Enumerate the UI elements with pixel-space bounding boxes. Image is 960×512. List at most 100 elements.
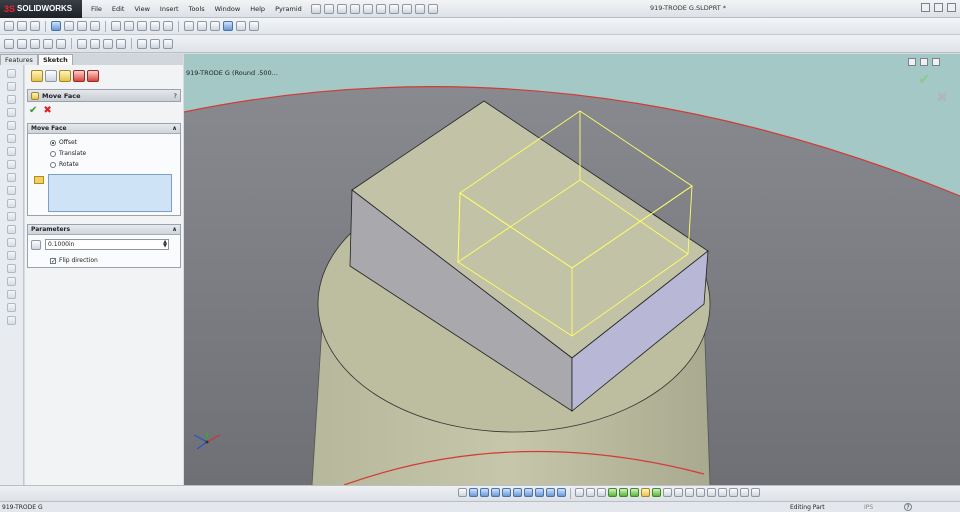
curves-icon[interactable] (7, 251, 16, 260)
open-icon[interactable] (336, 3, 347, 14)
collapse-chevron-icon[interactable]: ∧ (172, 125, 177, 132)
rib-icon[interactable] (7, 173, 16, 182)
top-view-icon[interactable] (524, 488, 533, 497)
radio-button[interactable] (50, 150, 56, 157)
wireframe-icon[interactable] (184, 21, 194, 31)
reference-geometry-icon[interactable] (7, 238, 16, 247)
delete-face-icon[interactable] (7, 316, 16, 325)
tab-features[interactable]: Features (0, 54, 38, 65)
radio-button[interactable] (50, 161, 56, 168)
help-icon[interactable]: ? (174, 92, 177, 100)
configuration-manager-icon[interactable] (59, 70, 71, 82)
select-icon[interactable] (401, 3, 412, 14)
shaded-edges-icon[interactable] (210, 21, 220, 31)
hole-icon[interactable] (7, 199, 16, 208)
viewport-close-icon[interactable] (932, 58, 940, 66)
collapse-chevron-icon[interactable]: ∧ (172, 226, 177, 233)
menu-window[interactable]: Window (210, 5, 246, 13)
sketch-spline-icon[interactable] (56, 38, 66, 49)
combine-icon[interactable] (7, 290, 16, 299)
restore-icon[interactable] (934, 3, 943, 12)
left-view-icon[interactable] (502, 488, 511, 497)
display-relations-icon[interactable] (150, 38, 160, 49)
zoom-in-out-icon[interactable] (137, 21, 147, 31)
radio-rotate[interactable]: Rotate (28, 159, 180, 170)
pattern-icon[interactable] (7, 225, 16, 234)
move-copy-icon[interactable] (7, 303, 16, 312)
fix-icon[interactable] (597, 488, 606, 497)
undo-icon[interactable] (375, 3, 386, 14)
isometric-view-icon[interactable] (546, 488, 555, 497)
status-help-icon[interactable]: ? (904, 503, 912, 511)
tangent-icon[interactable] (641, 488, 650, 497)
extrude-icon[interactable] (7, 69, 16, 78)
radio-button[interactable] (50, 139, 56, 146)
move-face-group-header[interactable]: Move Face ∧ (28, 124, 180, 134)
sketch-block-icon[interactable] (751, 488, 760, 497)
parallel-icon[interactable] (619, 488, 628, 497)
fillet-icon[interactable] (7, 134, 16, 143)
instant3d-icon[interactable] (7, 264, 16, 273)
draft-icon[interactable] (7, 186, 16, 195)
parameters-group-header[interactable]: Parameters ∧ (28, 225, 180, 235)
right-view-icon[interactable] (513, 488, 522, 497)
revolve-icon[interactable] (7, 82, 16, 91)
menu-help[interactable]: Help (245, 5, 270, 13)
sketch-arc-icon[interactable] (17, 38, 27, 49)
box-view-icon[interactable] (469, 488, 478, 497)
distance-input[interactable]: 0.1000in ▲ ▼ (45, 239, 169, 250)
radio-offset[interactable]: Offset (28, 137, 180, 148)
menu-edit[interactable]: Edit (107, 5, 130, 13)
relation-icon[interactable] (575, 488, 584, 497)
constraint-icon[interactable] (586, 488, 595, 497)
zoom-to-fit-icon[interactable] (111, 21, 121, 31)
flip-direction-row[interactable]: ✓ Flip direction (28, 254, 180, 267)
add-relation-icon[interactable] (137, 38, 147, 49)
property-manager-icon[interactable] (45, 70, 57, 82)
bottom-view-icon[interactable] (535, 488, 544, 497)
feature-manager-icon[interactable] (31, 70, 43, 82)
minimize-icon[interactable] (921, 3, 930, 12)
mirror-icon[interactable] (103, 38, 113, 49)
rotate-view-icon[interactable] (150, 21, 160, 31)
offset-entities-icon[interactable] (90, 38, 100, 49)
dimxpert-icon[interactable] (73, 70, 85, 82)
sketch-rectangle-icon[interactable] (30, 38, 40, 49)
concentric-icon[interactable] (652, 488, 661, 497)
dimension-icon[interactable] (458, 488, 467, 497)
save-icon[interactable] (349, 3, 360, 14)
mirror-feature-icon[interactable] (7, 212, 16, 221)
radio-translate[interactable]: Translate (28, 148, 180, 159)
menu-file[interactable]: File (86, 5, 107, 13)
edit-sketch-icon[interactable] (30, 21, 40, 31)
sketch-icon[interactable] (4, 21, 14, 31)
normal-to-icon[interactable] (557, 488, 566, 497)
midpoint-icon[interactable] (707, 488, 716, 497)
front-view-icon[interactable] (480, 488, 489, 497)
tab-sketch[interactable]: Sketch (37, 54, 73, 65)
select-filter-icon[interactable] (51, 21, 61, 31)
pierce-icon[interactable] (740, 488, 749, 497)
viewport-minimize-icon[interactable] (908, 58, 916, 66)
collinear-icon[interactable] (718, 488, 727, 497)
coincident-icon[interactable] (608, 488, 617, 497)
options-icon[interactable] (427, 3, 438, 14)
menu-pyramid[interactable]: Pyramid (270, 5, 307, 13)
shell-icon[interactable] (7, 160, 16, 169)
pan-icon[interactable] (163, 21, 173, 31)
graphics-area[interactable] (184, 54, 960, 485)
new-document-icon[interactable] (323, 3, 334, 14)
perpendicular-icon[interactable] (630, 488, 639, 497)
symmetric-icon[interactable] (674, 488, 683, 497)
vertical-icon[interactable] (696, 488, 705, 497)
rebuild-icon[interactable] (414, 3, 425, 14)
chamfer-icon[interactable] (7, 147, 16, 156)
merge-icon[interactable] (729, 488, 738, 497)
hidden-lines-icon[interactable] (197, 21, 207, 31)
pin-icon[interactable] (310, 3, 321, 14)
circle-icon[interactable] (90, 21, 100, 31)
line-icon[interactable] (64, 21, 74, 31)
sketch-circle-icon[interactable] (43, 38, 53, 49)
zoom-area-icon[interactable] (124, 21, 134, 31)
sketch-line-icon[interactable] (4, 38, 14, 49)
